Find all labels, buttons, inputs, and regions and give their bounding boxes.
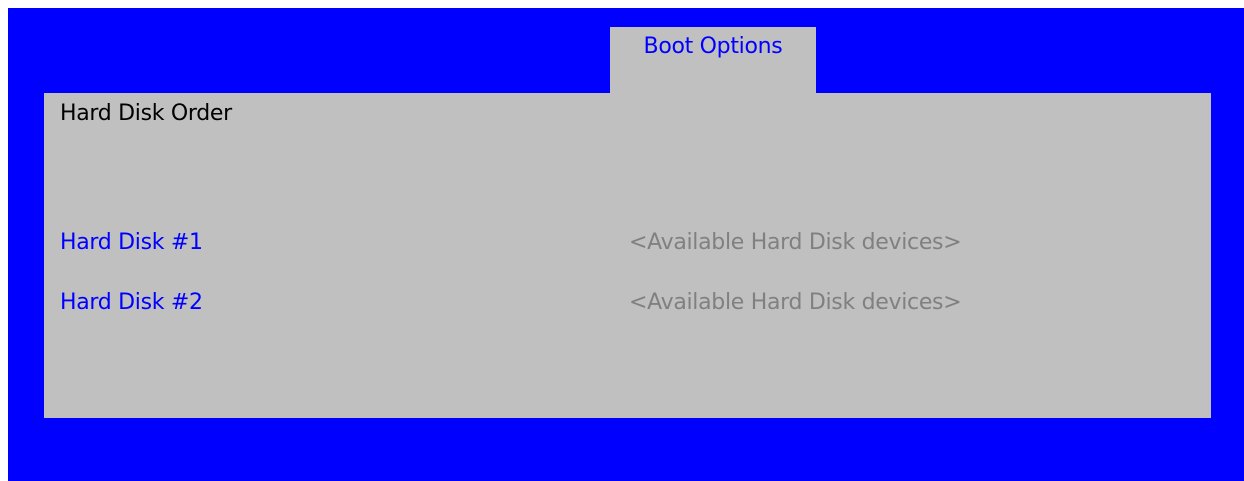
setting-row-hard-disk-1[interactable]: Hard Disk #1 <Available Hard Disk device… — [44, 230, 1211, 260]
setting-value[interactable]: <Available Hard Disk devices> — [629, 290, 962, 315]
setting-label: Hard Disk #2 — [60, 290, 203, 315]
setting-value[interactable]: <Available Hard Disk devices> — [629, 230, 962, 255]
setting-row-hard-disk-2[interactable]: Hard Disk #2 <Available Hard Disk device… — [44, 290, 1211, 320]
tab-boot-options[interactable]: Boot Options — [610, 27, 816, 93]
setting-label: Hard Disk #1 — [60, 230, 203, 255]
section-title: Hard Disk Order — [60, 101, 232, 126]
settings-panel: Hard Disk Order Hard Disk #1 <Available … — [44, 93, 1211, 418]
tab-label: Boot Options — [643, 34, 783, 59]
